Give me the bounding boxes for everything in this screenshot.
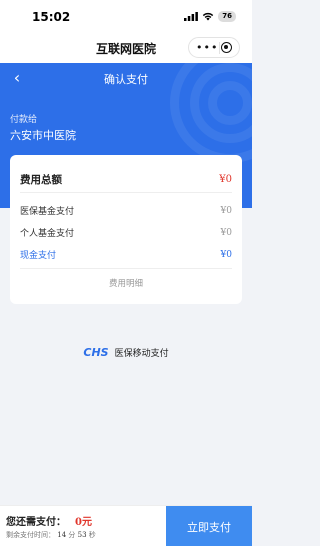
- fee-card: 费用总额 ¥0 医保基金支付 ¥0 个人基金支付 ¥0 现金支付 ¥0 费用明细: [10, 155, 242, 304]
- chs-text: 医保移动支付: [114, 349, 169, 359]
- fee-row-value: ¥0: [220, 227, 232, 238]
- mini-program-capsule[interactable]: •••: [188, 37, 240, 58]
- amount-due-value: 0元: [75, 517, 92, 528]
- fee-row-cash: 现金支付 ¥0: [20, 248, 232, 262]
- pay-now-button[interactable]: 立即支付: [166, 506, 252, 546]
- remaining-seconds-unit: 秒: [88, 531, 96, 539]
- wifi-icon: [203, 12, 214, 21]
- battery-indicator: 76: [218, 11, 236, 22]
- status-bar: 15:02 76: [0, 0, 252, 34]
- bottom-pay-bar: 您还需支付： 0元 剩余支付时间： 14 分 53 秒 立即支付: [0, 505, 252, 546]
- remaining-time-label: 剩余支付时间：: [6, 531, 55, 539]
- remaining-time: 剩余支付时间： 14 分 53 秒: [6, 530, 96, 540]
- chs-logo: CHS: [83, 346, 109, 359]
- payee-name: 六安市中医院: [10, 129, 76, 142]
- fee-total-row: 费用总额 ¥0: [20, 172, 232, 187]
- close-target-icon[interactable]: [221, 42, 232, 53]
- fee-row-label: 个人基金支付: [20, 229, 75, 239]
- amount-due-label: 您还需支付：: [6, 517, 66, 528]
- fee-row-medical-fund: 医保基金支付 ¥0: [20, 204, 232, 218]
- divider: [20, 192, 232, 193]
- signal-icon: [184, 12, 199, 21]
- fee-total-label: 费用总额: [20, 174, 62, 186]
- status-icons: 76: [184, 11, 236, 22]
- fee-row-label: 现金支付: [20, 251, 57, 261]
- remaining-minutes: 14: [57, 531, 67, 539]
- fee-detail-link[interactable]: 费用明细: [10, 277, 242, 289]
- chs-brand: CHS 医保移动支付: [0, 346, 252, 359]
- fee-row-personal-fund: 个人基金支付 ¥0: [20, 226, 232, 240]
- fee-row-value: ¥0: [220, 205, 232, 216]
- fee-row-label: 医保基金支付: [20, 207, 75, 217]
- remaining-seconds: 53: [77, 531, 87, 539]
- divider: [20, 268, 232, 269]
- payment-confirm-page: 15:02 76 互联网医院 ••• ‹ 确认支付 付款给 六安市中医院 费用总…: [0, 0, 252, 546]
- fee-row-value: ¥0: [220, 249, 232, 260]
- remaining-minutes-unit: 分: [68, 531, 76, 539]
- more-dots-icon[interactable]: •••: [196, 42, 218, 53]
- payee-label: 付款给: [10, 115, 38, 125]
- page-title: 确认支付: [104, 73, 148, 86]
- decor-ring: [208, 81, 252, 125]
- fee-total-value: ¥0: [219, 174, 232, 185]
- status-time: 15:02: [32, 10, 71, 24]
